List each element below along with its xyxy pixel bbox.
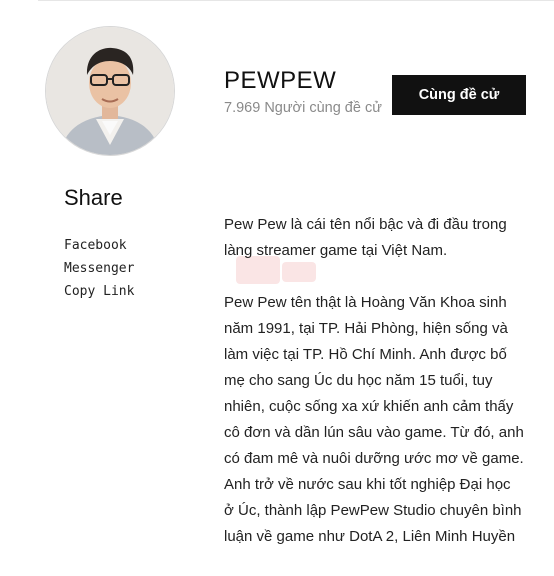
- share-list: Facebook Messenger Copy Link: [64, 237, 134, 306]
- share-messenger-link[interactable]: Messenger: [64, 260, 134, 283]
- top-divider: [38, 0, 554, 1]
- share-copy-link[interactable]: Copy Link: [64, 283, 134, 306]
- follower-count: 7.969 Người cùng đề cử: [224, 100, 382, 116]
- share-heading: Share: [64, 185, 123, 210]
- share-facebook-link[interactable]: Facebook: [64, 237, 134, 260]
- profile-name: PEWPEW: [224, 67, 337, 94]
- avatar-portrait: [46, 27, 174, 155]
- vote-button[interactable]: Cùng đề cử: [392, 75, 526, 115]
- bio-text: Pew Pew là cái tên nổi bậc và đi đầu tro…: [224, 212, 524, 576]
- avatar: [45, 26, 175, 156]
- bio-paragraph: Pew Pew là cái tên nổi bậc và đi đầu tro…: [224, 216, 507, 259]
- bio-paragraph: Pew Pew tên thật là Hoàng Văn Khoa sinh …: [224, 294, 524, 545]
